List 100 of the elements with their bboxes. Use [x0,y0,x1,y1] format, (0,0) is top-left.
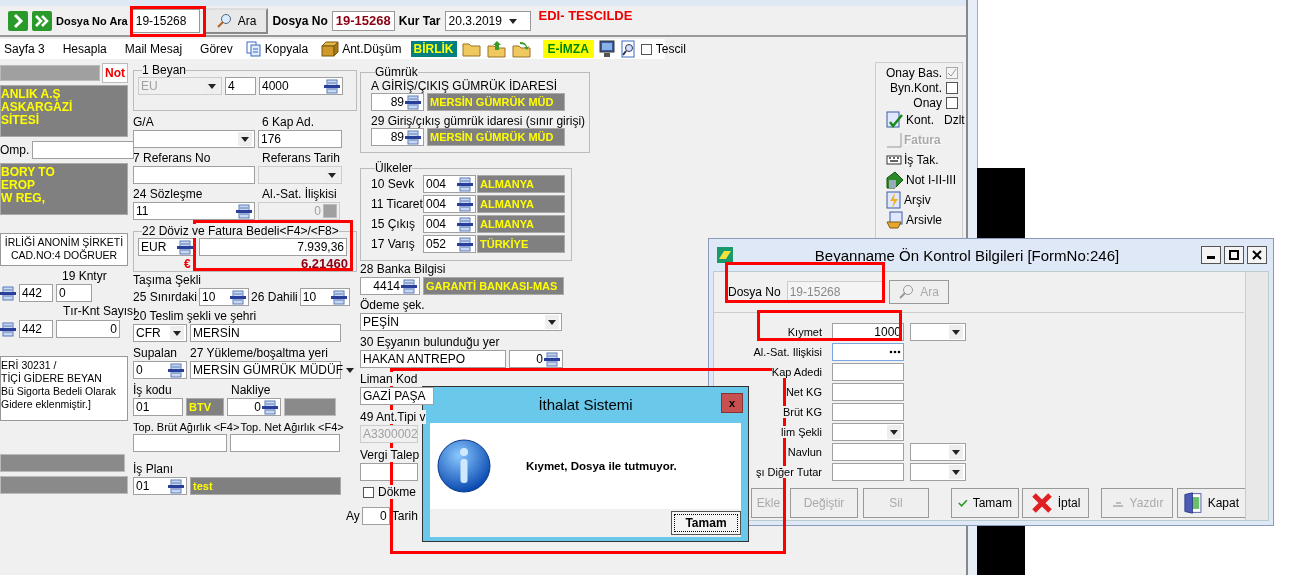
input-field[interactable]: 004 [423,175,476,193]
input-field[interactable] [133,166,255,184]
input-field[interactable]: GAZİ PAŞA [360,387,434,405]
side-action-button[interactable]: Arsivle [886,210,942,230]
date-dropdown[interactable]: 20.3.2019 [444,10,531,31]
lookup-icon[interactable] [457,216,473,232]
lookup-icon[interactable] [457,196,473,212]
ok-button[interactable]: Tamam [671,511,741,535]
input-field[interactable] [832,383,904,401]
toolbar-button[interactable]: Mail Mesaj [120,42,187,56]
toolbar-button[interactable]: Sayfa 3 [0,42,49,56]
dialog-button[interactable]: Tamam [951,488,1019,518]
input-field[interactable]: 052 [423,235,476,253]
lookup-icon[interactable] [457,176,473,192]
lookup-icon[interactable] [262,399,278,415]
input-field[interactable]: EUR [138,238,196,256]
caret-icon[interactable] [887,425,901,439]
input-field[interactable]: 0 [133,361,187,379]
input-field[interactable]: 11 [133,202,255,220]
lookup-icon[interactable] [330,289,347,305]
maximize-icon[interactable] [1224,246,1244,264]
scrollbar[interactable] [1245,272,1268,520]
input-field[interactable]: 89 [371,93,424,111]
side-action-button[interactable]: Not I-II-III [886,170,956,190]
lookup-icon[interactable] [405,94,421,110]
ellipsis-icon[interactable] [889,350,901,354]
checkbox[interactable] [946,81,958,94]
lookup-icon[interactable] [0,321,16,337]
checkbox[interactable] [363,486,374,498]
caret-icon[interactable] [949,325,963,339]
union-badge-button[interactable]: BİRLİK [410,41,457,57]
close-button[interactable]: x [721,393,743,413]
side-action-button[interactable]: Arşiv [886,190,931,210]
input-field[interactable]: 0 [56,284,92,302]
toolbar-button[interactable]: Ant.Düşüm [317,41,406,57]
input-field[interactable]: 01 [133,398,183,416]
minimize-icon[interactable] [1201,246,1221,264]
toolbar-button[interactable]: Hesapla [58,42,111,56]
input-field[interactable]: 89 [371,128,424,146]
checkbox[interactable] [640,43,652,55]
folder-arrow-icon[interactable] [511,40,532,58]
input-field[interactable]: 442 [19,284,53,302]
magnifier-document-icon[interactable] [619,40,636,58]
caret-icon[interactable] [238,132,252,146]
checkbox[interactable] [946,96,958,109]
input-field[interactable] [832,343,904,361]
input-field[interactable] [360,463,418,481]
lookup-icon[interactable] [168,362,184,378]
lookup-icon[interactable] [177,239,193,255]
dropdown[interactable]: PEŞİN [360,313,562,331]
input-field[interactable] [832,443,904,461]
caret-icon[interactable] [949,465,963,479]
caret-icon[interactable] [170,326,184,340]
input-field[interactable]: 0 [361,507,390,525]
input-field[interactable]: 10 [199,288,250,306]
input-field[interactable]: 176 [258,130,342,148]
input-field[interactable]: 004 [423,195,476,213]
dropdown[interactable]: CFR [133,324,187,342]
input-field[interactable]: HAKAN ANTREPO [360,350,506,368]
side-action-button[interactable]: İş Tak. [886,150,939,170]
input-field[interactable]: 442 [19,320,53,338]
lookup-icon[interactable] [168,478,184,494]
toolbar-button[interactable]: Kopyala [241,41,313,57]
notes-field[interactable]: ERİ 30231 / TİÇİ GİDERE BEYAN Bü Sigorta Bedeli Olarak Gidere eklenmiştir.] [0,356,128,421]
input-field[interactable]: 4 [225,77,256,95]
input-field[interactable] [230,434,340,452]
input-field[interactable] [832,463,904,481]
lookup-icon[interactable] [324,78,340,94]
input-field[interactable]: 4000 [259,77,343,95]
lookup-icon[interactable] [236,203,252,219]
input-field[interactable]: 4414 [360,277,420,295]
next-icon[interactable] [8,10,28,31]
monitor-icon[interactable] [598,40,615,58]
input-field[interactable] [832,363,904,381]
last-icon[interactable] [32,10,52,31]
caret-icon[interactable] [545,315,559,329]
input-field[interactable]: 004 [423,215,476,233]
e-signature-button[interactable]: E-İMZA [542,40,594,58]
input-field[interactable]: 10 [299,288,350,306]
side-action-button[interactable]: Dzlt [944,110,965,130]
input-field[interactable]: 0 [227,398,281,416]
input-field[interactable] [133,434,227,452]
input-field[interactable]: 7.939,36 [199,238,347,256]
input-field[interactable] [832,403,904,421]
input-field[interactable]: 0 [56,320,120,338]
lookup-icon[interactable] [401,278,417,294]
input-field[interactable]: 0 [509,350,563,368]
caret-icon[interactable] [949,445,963,459]
lookup-icon[interactable] [457,236,473,252]
folder-upload-icon[interactable] [486,40,507,58]
side-action-button[interactable]: Kont. [886,110,935,130]
input-field[interactable]: MERSİN [190,324,341,342]
toolbar-button[interactable]: Görev [196,42,237,56]
input-field[interactable]: 01 [133,477,187,495]
input-field[interactable] [32,141,135,159]
close-icon[interactable] [1247,246,1267,264]
dialog-button[interactable]: Kapat [1177,488,1246,518]
lookup-icon[interactable] [230,289,247,305]
note-button[interactable]: Not [102,63,128,83]
dialog-button[interactable]: İptal [1022,488,1089,518]
